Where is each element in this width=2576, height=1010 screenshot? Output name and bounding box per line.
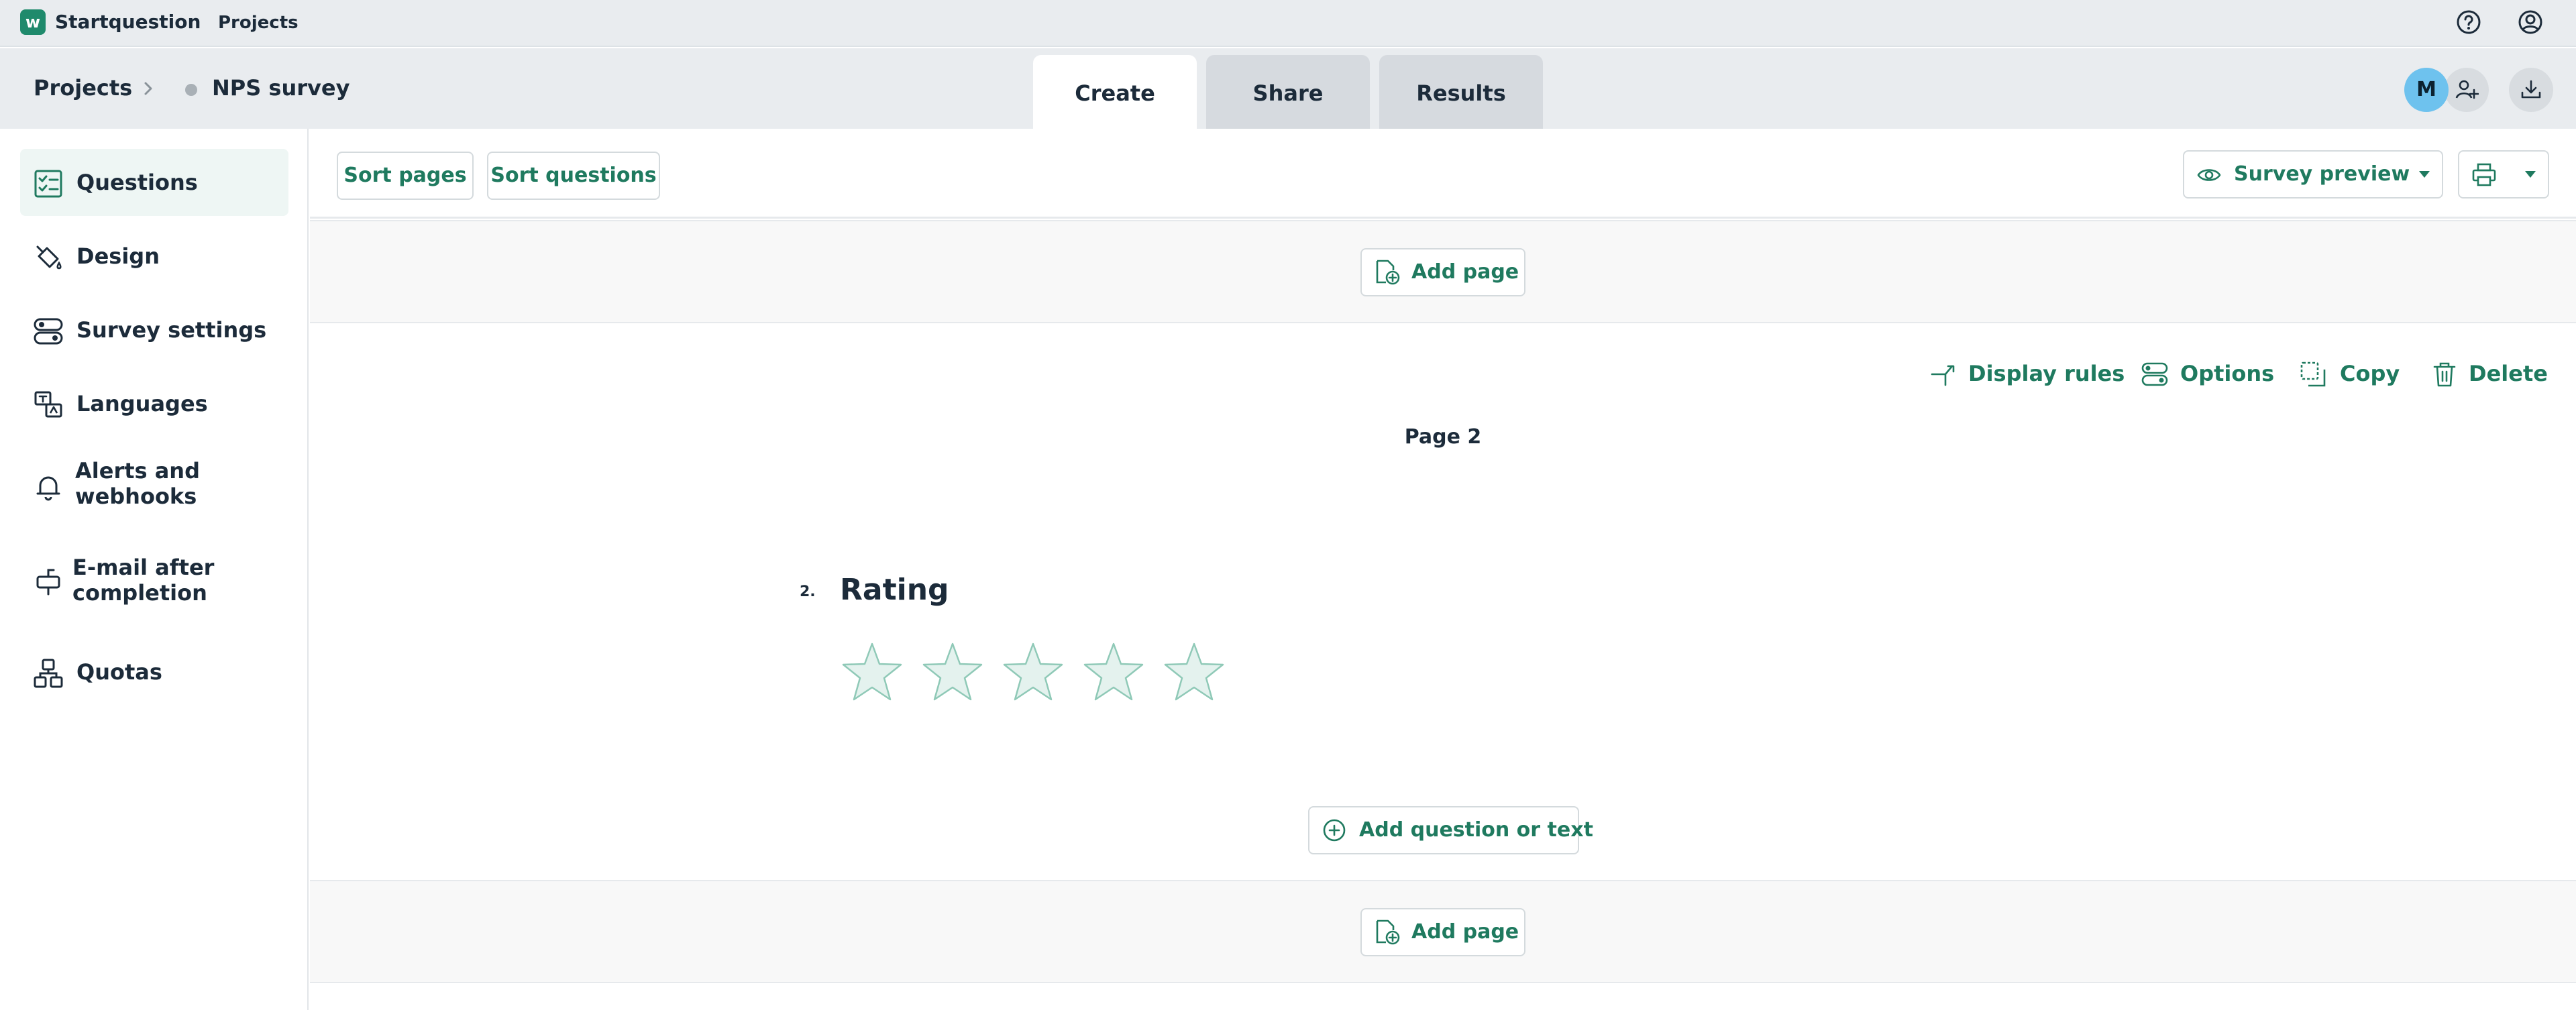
caret-down-icon[interactable]	[2522, 166, 2538, 182]
survey-preview-button[interactable]: Survey preview	[2183, 150, 2443, 199]
print-button[interactable]	[2458, 150, 2549, 199]
bell-icon	[36, 476, 60, 501]
add-page-icon	[1376, 260, 1400, 285]
translate-icon	[34, 391, 62, 418]
add-page-icon	[1376, 919, 1400, 945]
copy-label: Copy	[2340, 361, 2400, 386]
star-icon[interactable]	[840, 640, 904, 704]
add-page-button[interactable]: Add page	[1360, 248, 1525, 296]
delete-button[interactable]: Delete	[2431, 358, 2548, 389]
startquestion-logo[interactable]: w	[20, 9, 46, 35]
copy-button[interactable]: Copy	[2300, 358, 2400, 389]
star-icon[interactable]	[1001, 640, 1065, 704]
toggles-icon	[34, 318, 63, 345]
sidebar-item-label-line2: completion	[72, 580, 207, 606]
sort-questions-button[interactable]: Sort questions	[487, 152, 660, 200]
sidebar-item-languages[interactable]: Languages	[20, 370, 288, 437]
plus-circle-icon	[1323, 819, 1346, 842]
add-page-button[interactable]: Add page	[1360, 908, 1525, 956]
tab-results[interactable]: Results	[1379, 55, 1543, 129]
account-icon[interactable]	[2517, 9, 2544, 36]
star-icon[interactable]	[920, 640, 985, 704]
help-icon[interactable]	[2455, 9, 2482, 36]
sidebar-item-label: Survey settings	[76, 317, 267, 343]
survey-status-dot	[185, 84, 197, 96]
add-page-label: Add page	[1411, 260, 1519, 284]
tab-create[interactable]: Create	[1033, 55, 1197, 129]
trash-icon	[2433, 362, 2456, 387]
sidebar-item-label: Alerts and	[75, 458, 200, 484]
download-icon	[2521, 80, 2541, 99]
invite-user-button[interactable]	[2445, 68, 2489, 112]
add-page-strip-bottom: Add page	[310, 880, 2576, 983]
printer-icon	[2472, 163, 2496, 186]
project-header-bar: Projects NPS survey Create Share Results…	[0, 48, 2576, 129]
sidebar-item-questions[interactable]: Questions	[20, 149, 288, 216]
page-title[interactable]: Page 2	[1339, 424, 1547, 451]
add-question-button[interactable]: Add question or text	[1308, 806, 1593, 854]
top-app-bar: w Startquestion Projects	[0, 0, 2576, 47]
top-nav-projects-link[interactable]: Projects	[218, 11, 299, 35]
rating-stars	[840, 640, 1242, 707]
display-rules-button[interactable]: Display rules	[1931, 358, 2125, 389]
sidebar-item-label: Languages	[76, 391, 208, 416]
sidebar-item-label-line2: webhooks	[75, 484, 197, 509]
breadcrumb-projects[interactable]: Projects	[34, 72, 132, 103]
add-page-label: Add page	[1411, 920, 1519, 944]
sidebar-item-alerts-webhooks[interactable]: Alerts and webhooks	[20, 444, 288, 524]
survey-preview-label: Survey preview	[2234, 162, 2410, 186]
sidebar-item-label: Questions	[76, 170, 198, 195]
toggles-icon	[2141, 362, 2168, 386]
sidebar-item-label: E-mail after	[72, 555, 215, 580]
options-button[interactable]: Options	[2141, 358, 2274, 389]
display-rules-label: Display rules	[1968, 361, 2125, 386]
breadcrumb-survey-name[interactable]: NPS survey	[212, 72, 350, 103]
brand-name[interactable]: Startquestion	[55, 9, 201, 35]
add-question-label: Add question or text	[1359, 818, 1593, 842]
editor-toolbar: Sort pages Sort questions Survey preview	[310, 129, 2576, 219]
add-page-strip-top: Add page	[310, 220, 2576, 323]
tab-share[interactable]: Share	[1206, 55, 1370, 129]
question-title[interactable]: Rating	[840, 571, 949, 609]
user-avatar[interactable]: M	[2404, 68, 2449, 112]
eye-icon	[2197, 169, 2221, 181]
sidebar-item-label: Design	[76, 243, 160, 269]
hierarchy-icon	[34, 659, 63, 688]
sidebar: Questions Design Survey settings Languag…	[0, 129, 309, 1010]
chevron-right-icon	[144, 82, 152, 95]
sort-pages-button[interactable]: Sort pages	[337, 152, 474, 200]
checklist-icon	[34, 170, 62, 198]
sidebar-item-label: Quotas	[76, 659, 162, 685]
add-user-icon	[2455, 80, 2479, 99]
star-icon[interactable]	[1162, 640, 1226, 704]
caret-down-icon[interactable]	[2416, 166, 2432, 182]
download-button[interactable]	[2509, 68, 2553, 112]
sidebar-item-email-after-completion[interactable]: E-mail after completion	[20, 541, 288, 621]
sidebar-item-quotas[interactable]: Quotas	[20, 638, 288, 706]
survey-page-2: Display rules Options Copy Delete Page 2…	[310, 323, 2576, 880]
mailbox-icon	[36, 569, 60, 596]
paint-bucket-icon	[36, 245, 62, 270]
delete-label: Delete	[2469, 361, 2548, 386]
copy-icon	[2300, 361, 2326, 387]
options-label: Options	[2180, 361, 2275, 386]
question-number: 2.	[800, 583, 816, 600]
branch-icon	[1931, 365, 1955, 386]
star-icon[interactable]	[1081, 640, 1146, 704]
sidebar-item-design[interactable]: Design	[20, 223, 288, 290]
sidebar-item-survey-settings[interactable]: Survey settings	[20, 296, 288, 363]
